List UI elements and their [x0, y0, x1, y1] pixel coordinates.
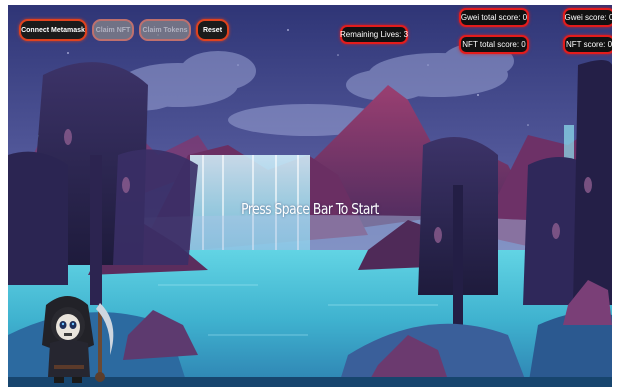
game-background	[8, 5, 612, 387]
grim-reaper-character-icon	[42, 296, 94, 383]
gwei-total-score-display: Gwei total score: 0	[459, 8, 529, 27]
connect-metamask-button[interactable]: Connect Metamask	[19, 19, 87, 41]
nft-total-score-display: NFT total score: 0	[459, 35, 529, 54]
claim-tokens-button[interactable]: Claim Tokens	[139, 19, 191, 41]
reset-button[interactable]: Reset	[196, 19, 229, 41]
game-canvas[interactable]: Connect Metamask Claim NFT Claim Tokens …	[8, 5, 612, 387]
remaining-lives-display: Remaining Lives: 3	[340, 25, 408, 44]
nft-score-display: NFT score: 0	[563, 35, 612, 54]
claim-nft-button[interactable]: Claim NFT	[92, 19, 134, 41]
start-prompt: Press Space Bar To Start	[241, 200, 379, 218]
gwei-score-display: Gwei score: 0	[563, 8, 612, 27]
